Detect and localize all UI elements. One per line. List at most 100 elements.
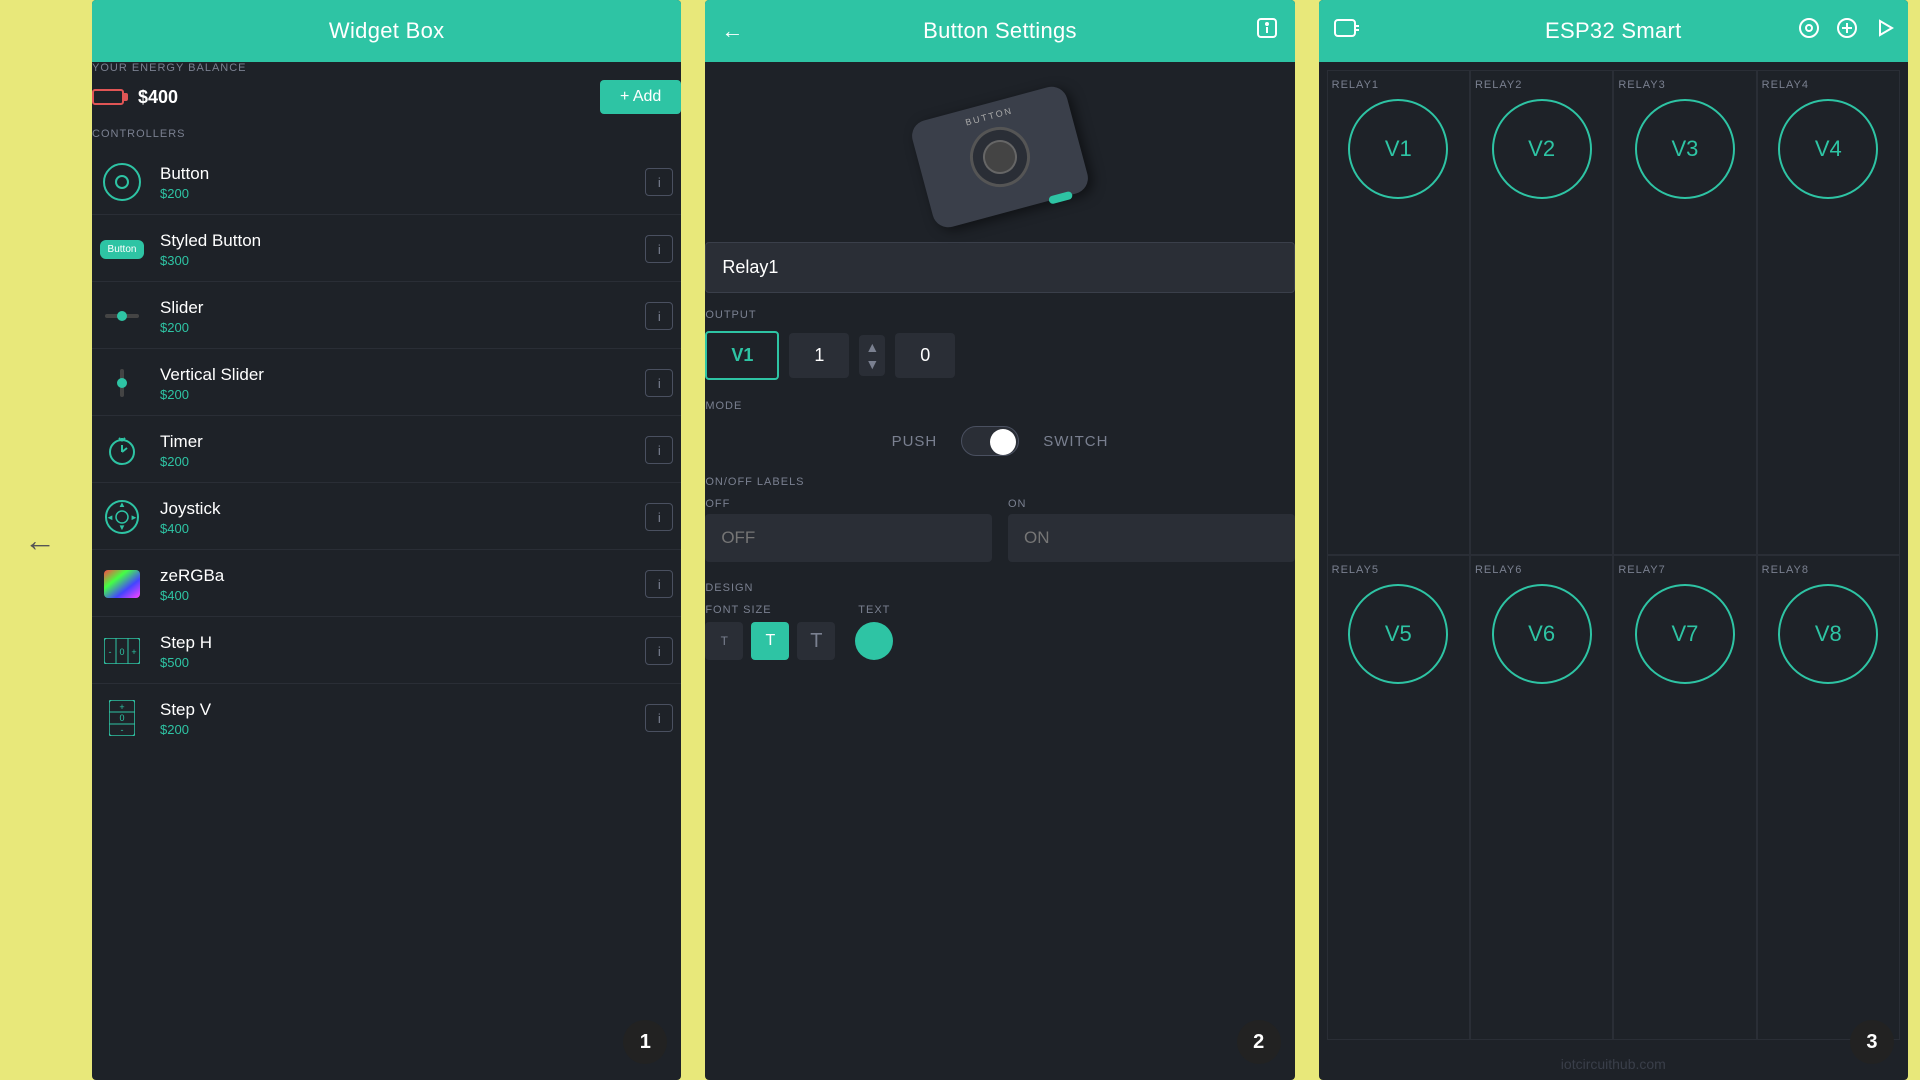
relay-cell-6: RELAY6 V6 xyxy=(1470,555,1613,1040)
panel3-settings-icon[interactable] xyxy=(1798,17,1820,45)
text-color-group: TEXT xyxy=(855,604,893,660)
mode-toggle[interactable] xyxy=(961,426,1019,456)
svg-text:►: ► xyxy=(130,513,138,522)
device-label: BUTTON xyxy=(964,105,1014,127)
relay5-circle[interactable]: V5 xyxy=(1348,584,1448,684)
panel2-back-icon[interactable]: ← xyxy=(721,18,743,44)
relay8-circle[interactable]: V8 xyxy=(1778,584,1878,684)
widget-info-timer: Timer $200 xyxy=(160,432,645,469)
nav-back-arrow[interactable]: ← xyxy=(24,522,56,559)
font-size-small[interactable]: T xyxy=(705,622,743,660)
panel2-wrapper: ← Button Settings BUTTON xyxy=(699,0,1300,1080)
widget-icon-stepv: + 0 - xyxy=(100,696,144,740)
widget-item-joystick[interactable]: ▲ ▼ ◄ ► Joystick $400 i xyxy=(92,485,681,550)
relay5-label: RELAY5 xyxy=(1332,564,1379,576)
panel3-add-icon[interactable] xyxy=(1836,17,1858,45)
panel2-title: Button Settings xyxy=(923,18,1077,44)
svg-text:0: 0 xyxy=(119,713,124,723)
font-size-large[interactable]: T xyxy=(797,622,835,660)
relay8-value: V8 xyxy=(1815,621,1842,647)
widget-price-joystick: $400 xyxy=(160,521,645,536)
widget-item-slider[interactable]: Slider $200 i xyxy=(92,284,681,349)
output-num1: 1 xyxy=(789,333,849,378)
output-arrow-down[interactable]: ▼ xyxy=(865,356,879,373)
watermark: iotcircuithub.com xyxy=(1319,1048,1908,1080)
widget-info-btn-slider[interactable]: i xyxy=(645,302,673,330)
add-button[interactable]: + Add xyxy=(600,80,681,114)
widget-price-steph: $500 xyxy=(160,655,645,670)
widget-icon-timer xyxy=(100,428,144,472)
widget-info-btn-steph[interactable]: i xyxy=(645,637,673,665)
button-image-area: BUTTON xyxy=(705,62,1294,242)
button-inner-icon xyxy=(115,175,129,189)
widget-info-joystick: Joystick $400 xyxy=(160,499,645,536)
relay-cell-8: RELAY8 V8 xyxy=(1757,555,1900,1040)
widget-item-button[interactable]: Button $200 i xyxy=(92,150,681,215)
font-size-group: FONT SIZE T T T xyxy=(705,604,835,660)
panel3-device-icon[interactable] xyxy=(1333,16,1361,46)
widget-info-btn-button[interactable]: i xyxy=(645,168,673,196)
relay-grid: RELAY1 V1 RELAY2 V2 RELAY3 V3 xyxy=(1319,62,1908,1048)
relay1-circle[interactable]: V1 xyxy=(1348,99,1448,199)
widget-item-stepv[interactable]: + 0 - Step V $200 i xyxy=(92,686,681,750)
energy-left: $400 xyxy=(92,87,178,108)
off-input[interactable] xyxy=(705,514,992,562)
widget-name-slider: Slider xyxy=(160,298,645,318)
button-circle-icon xyxy=(103,163,141,201)
relay-cell-1: RELAY1 V1 xyxy=(1327,70,1470,555)
widget-info-btn-zergba[interactable]: i xyxy=(645,570,673,598)
output-arrow-up[interactable]: ▲ xyxy=(865,339,879,356)
button-device-image: BUTTON xyxy=(910,92,1090,222)
on-input[interactable] xyxy=(1008,514,1295,562)
widget-info-btn-timer[interactable]: i xyxy=(645,436,673,464)
widget-item-steph[interactable]: - 0 + Step H $500 i xyxy=(92,619,681,684)
panel1: Widget Box YOUR ENERGY BALANCE $400 + Ad… xyxy=(92,0,681,1080)
font-size-buttons: T T T xyxy=(705,622,835,660)
widget-info-btn-styled[interactable]: i xyxy=(645,235,673,263)
panel2-header: ← Button Settings xyxy=(705,0,1294,62)
relay6-circle[interactable]: V6 xyxy=(1492,584,1592,684)
panel2-info-icon[interactable] xyxy=(1255,16,1279,46)
widget-item-vslider[interactable]: Vertical Slider $200 i xyxy=(92,351,681,416)
relay-name-input[interactable] xyxy=(705,242,1294,293)
slider-thumb-icon xyxy=(117,311,127,321)
device-connector xyxy=(1048,191,1073,205)
design-row: FONT SIZE T T T TEXT xyxy=(705,604,1294,660)
energy-row: $400 + Add xyxy=(92,80,681,114)
widget-item-styled-button[interactable]: Button Styled Button $300 i xyxy=(92,217,681,282)
widget-icon-steph: - 0 + xyxy=(100,629,144,673)
relay3-circle[interactable]: V3 xyxy=(1635,99,1735,199)
relay2-circle[interactable]: V2 xyxy=(1492,99,1592,199)
widget-name-timer: Timer xyxy=(160,432,645,452)
widget-icon-slider xyxy=(100,294,144,338)
output-v1-button[interactable]: V1 xyxy=(705,331,779,380)
widget-item-timer[interactable]: Timer $200 i xyxy=(92,418,681,483)
widget-info-btn-vslider[interactable]: i xyxy=(645,369,673,397)
relay4-value: V4 xyxy=(1815,136,1842,162)
widget-info-btn-joystick[interactable]: i xyxy=(645,503,673,531)
mode-label: MODE xyxy=(705,400,1294,412)
switch-label: SWITCH xyxy=(1043,433,1108,450)
output-row: V1 1 ▲ ▼ 0 xyxy=(705,331,1294,380)
widget-info-button: Button $200 xyxy=(160,164,645,201)
widget-info-btn-stepv[interactable]: i xyxy=(645,704,673,732)
svg-text:◄: ◄ xyxy=(106,513,114,522)
on-group: ON xyxy=(1008,498,1295,562)
text-color-label: TEXT xyxy=(858,604,890,616)
relay3-label: RELAY3 xyxy=(1618,79,1665,91)
widget-item-zergba[interactable]: zeRGBa $400 i xyxy=(92,552,681,617)
output-arrows[interactable]: ▲ ▼ xyxy=(859,335,885,377)
panel3-play-icon[interactable] xyxy=(1874,17,1896,45)
font-size-medium[interactable]: T xyxy=(751,622,789,660)
zergba-icon xyxy=(104,570,140,598)
widget-info-styled-button: Styled Button $300 xyxy=(160,231,645,268)
relay2-value: V2 xyxy=(1528,136,1555,162)
relay7-circle[interactable]: V7 xyxy=(1635,584,1735,684)
widget-icon-vslider xyxy=(100,361,144,405)
widget-info-steph: Step H $500 xyxy=(160,633,645,670)
text-color-picker[interactable] xyxy=(855,622,893,660)
panel1-badge: 1 xyxy=(623,1020,667,1064)
relay4-circle[interactable]: V4 xyxy=(1778,99,1878,199)
widget-name-steph: Step H xyxy=(160,633,645,653)
output-num2: 0 xyxy=(895,333,955,378)
